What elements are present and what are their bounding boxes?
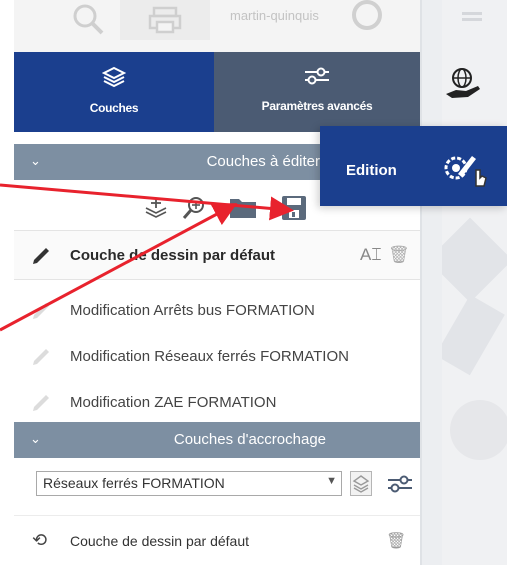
layer-label: Modification Arrêts bus FORMATION	[70, 302, 315, 319]
edition-label: Edition	[346, 162, 397, 179]
layers-icon	[352, 475, 370, 493]
user-ring-icon[interactable]	[352, 0, 382, 30]
tab-parametres-label: Paramètres avancés	[261, 99, 373, 113]
snapping-layer-select[interactable]: Réseaux ferrés FORMATION ▼	[36, 471, 342, 496]
hand-cursor-icon	[475, 169, 487, 187]
tab-parametres-avances[interactable]: Paramètres avancés	[214, 52, 420, 132]
trash-icon[interactable]: 🗑	[386, 531, 406, 551]
section-title: Couches à éditer	[206, 153, 320, 170]
left-margin	[0, 0, 14, 565]
pen-icon	[30, 392, 52, 419]
layers-icon	[14, 66, 214, 93]
tab-couches-label: Couches	[89, 101, 139, 115]
folder-icon[interactable]	[228, 194, 256, 222]
globe-hand-icon[interactable]	[438, 60, 488, 110]
layer-row[interactable]: Modification Réseaux ferrés FORMATION	[14, 332, 420, 382]
menu-icon	[462, 12, 482, 15]
snap-icon: ⟲	[32, 530, 48, 550]
pen-icon	[30, 346, 52, 373]
snapping-controls: Réseaux ferrés FORMATION ▼	[14, 462, 420, 506]
select-value: Réseaux ferrés FORMATION	[43, 475, 225, 491]
layer-row[interactable]: Modification Arrêts bus FORMATION	[14, 286, 420, 336]
layer-label: Modification Réseaux ferrés FORMATION	[70, 348, 349, 365]
chevron-down-icon: ⌄	[30, 431, 41, 446]
chevron-down-icon: ▼	[326, 475, 337, 487]
trash-icon[interactable]: 🗑	[388, 245, 410, 265]
top-toolbar: martin-quinquis	[14, 0, 420, 52]
snapping-layer-row[interactable]: ⟲ Couche de dessin par défaut 🗑	[14, 515, 420, 565]
print-icon[interactable]	[120, 0, 210, 40]
map-shape	[435, 294, 505, 376]
tab-couches[interactable]: Couches	[14, 52, 214, 132]
layer-row-couche-dessin[interactable]: Couche de dessin par défaut A⌶ 🗑	[14, 230, 420, 280]
layer-label: Couche de dessin par défaut	[70, 533, 250, 549]
layer-row[interactable]: Modification ZAE FORMATION	[14, 378, 420, 428]
section-snapping[interactable]: ⌄ Couches d'accrochage	[14, 422, 420, 458]
pen-icon	[30, 300, 52, 327]
sliders-icon[interactable]	[386, 474, 414, 499]
gear-pen-icon	[440, 148, 490, 195]
sliders-icon	[214, 66, 420, 91]
add-snap-layer-button[interactable]	[350, 471, 372, 496]
user-name[interactable]: martin-quinquis	[230, 8, 319, 23]
add-layer-icon[interactable]	[142, 194, 170, 222]
layer-label: Modification ZAE FORMATION	[70, 394, 277, 411]
pen-icon	[30, 245, 52, 272]
chevron-down-icon: ⌄	[30, 153, 41, 168]
zoom-layer-icon[interactable]	[180, 194, 208, 222]
search-icon[interactable]	[66, 0, 110, 40]
map-shape	[450, 400, 507, 460]
layer-label: Couche de dessin par défaut	[70, 247, 276, 264]
edition-button[interactable]: Edition	[320, 126, 507, 206]
section-title: Couches d'accrochage	[173, 431, 326, 448]
save-icon[interactable]	[280, 194, 308, 222]
text-tool-icon[interactable]: A⌶	[360, 245, 382, 265]
